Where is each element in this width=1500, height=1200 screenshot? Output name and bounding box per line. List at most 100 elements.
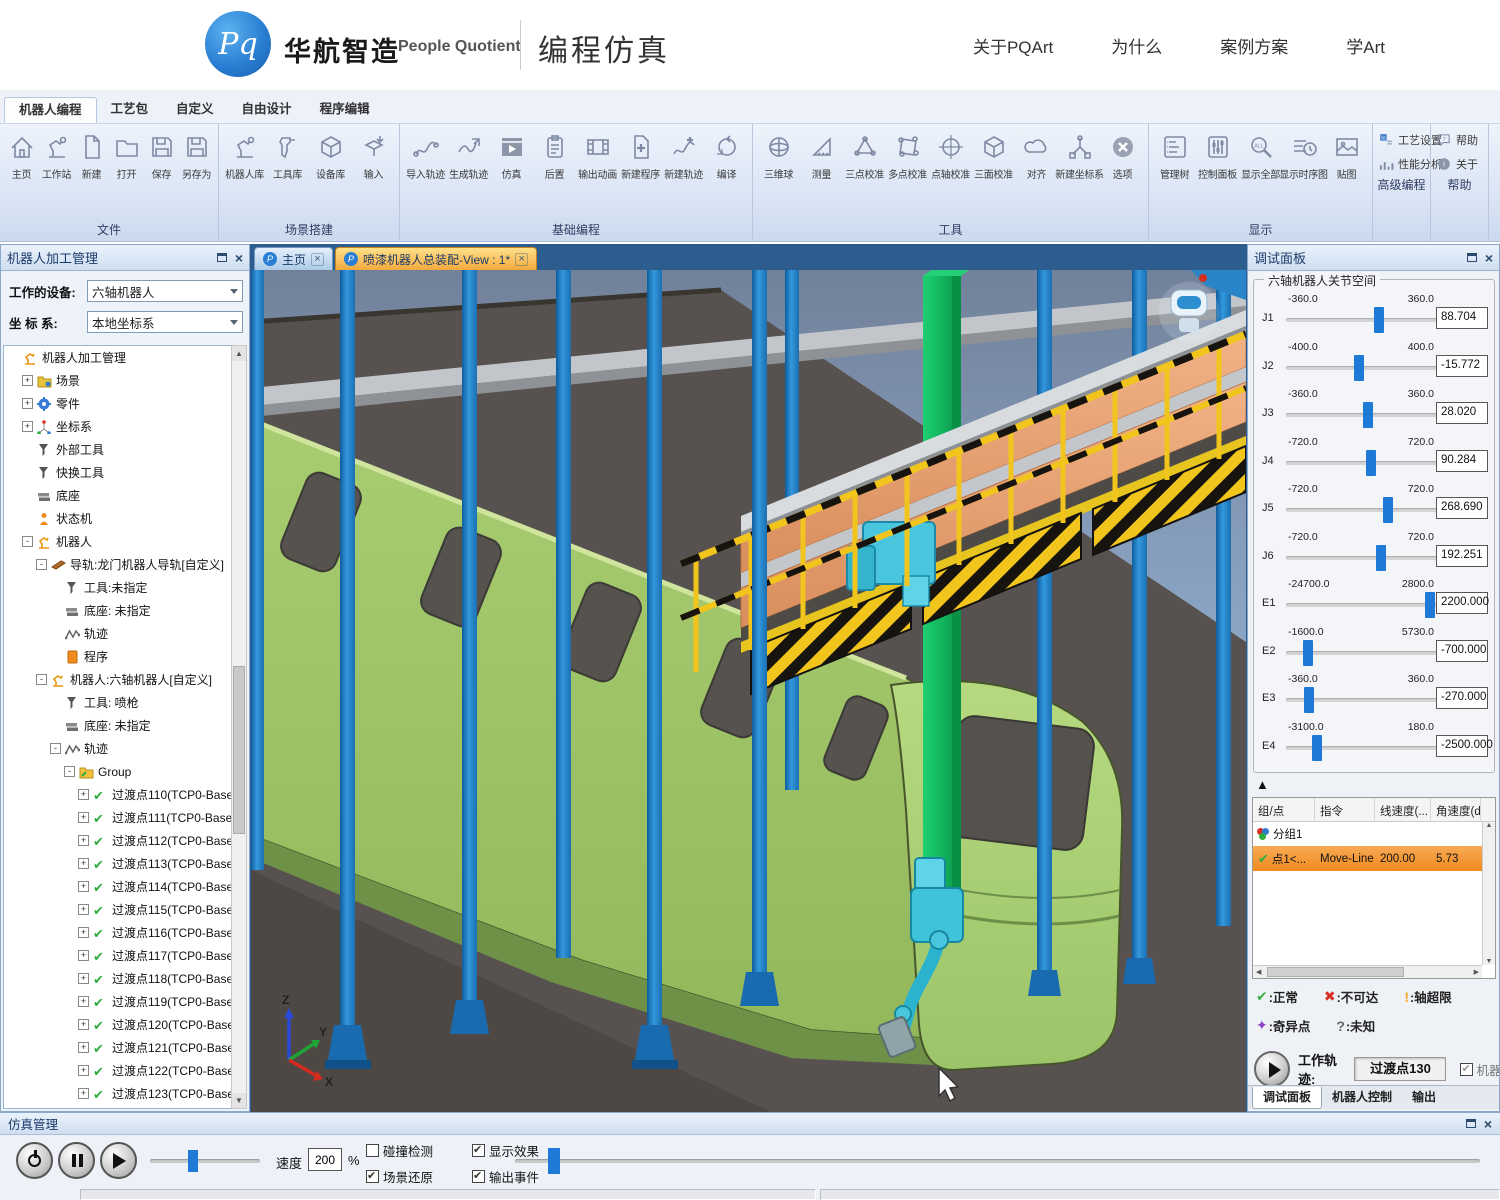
toolbar-button[interactable]: 后置: [533, 128, 576, 181]
joint-slider-track[interactable]: [1286, 366, 1438, 370]
toolbar-button[interactable]: 管理树: [1153, 128, 1196, 181]
expand-icon[interactable]: +: [22, 398, 33, 409]
toolbar-button[interactable]: 工作站: [39, 128, 74, 181]
scrollbar-thumb[interactable]: [1267, 967, 1404, 977]
tree-item[interactable]: +✔过渡点121(TCP0-Base): [4, 1036, 232, 1059]
toolbar-button[interactable]: ?帮助: [1435, 128, 1484, 152]
toolbar-button[interactable]: 三点校准: [843, 128, 886, 181]
tree-item[interactable]: +机器人加工管理: [4, 346, 232, 369]
expand-icon[interactable]: +: [78, 1019, 89, 1030]
tree-item[interactable]: +零件: [4, 392, 232, 415]
float-window-icon[interactable]: [217, 253, 227, 262]
sim-checkbox[interactable]: 场景还原: [366, 1167, 433, 1186]
joint-slider-track[interactable]: [1286, 698, 1438, 702]
joint-value-input[interactable]: 268.690: [1436, 497, 1488, 519]
ribbon-tab[interactable]: 自由设计: [228, 97, 306, 123]
tree-item[interactable]: +✔过渡点111(TCP0-Base): [4, 806, 232, 829]
slider-thumb[interactable]: [1374, 307, 1384, 333]
collapse-up-icon[interactable]: ▲: [1256, 777, 1269, 792]
timeline-slider[interactable]: [515, 1159, 1480, 1163]
joint-value-input[interactable]: 2200.000: [1436, 592, 1488, 614]
ribbon-tab[interactable]: 自定义: [162, 97, 228, 123]
table-column-header[interactable]: 角速度(d...: [1431, 798, 1481, 821]
toolbar-button[interactable]: 仿真: [490, 128, 533, 181]
toolbar-button[interactable]: 三面校准: [972, 128, 1015, 181]
toolbar-button[interactable]: Io工艺设置: [1377, 128, 1426, 152]
toolbar-button[interactable]: 贴图: [1325, 128, 1368, 181]
tree-item[interactable]: +工具:未指定: [4, 576, 232, 599]
toolbar-button[interactable]: 机器人库: [223, 128, 266, 181]
toolbar-button[interactable]: 新建程序: [619, 128, 662, 181]
expand-icon[interactable]: +: [78, 835, 89, 846]
toolbar-button[interactable]: i关于: [1435, 152, 1484, 176]
toolbar-button[interactable]: 新建轨迹: [662, 128, 705, 181]
pause-button[interactable]: [58, 1142, 95, 1179]
scroll-down-icon[interactable]: ▼: [232, 1093, 246, 1108]
tree-item[interactable]: +✔过渡点114(TCP0-Base): [4, 875, 232, 898]
tree-item[interactable]: -机器人:六轴机器人[自定义]: [4, 668, 232, 691]
tree-item[interactable]: +✔过渡点110(TCP0-Base): [4, 783, 232, 806]
nav-link-2[interactable]: 案例方案: [1220, 33, 1288, 58]
joint-value-input[interactable]: -15.772: [1436, 355, 1488, 377]
expand-icon[interactable]: +: [78, 1042, 89, 1053]
table-group-row[interactable]: 分组1: [1253, 822, 1495, 846]
viewport-3d-scene[interactable]: Z Y X: [251, 270, 1246, 1112]
float-window-icon[interactable]: [1467, 253, 1477, 262]
tree-item[interactable]: +底座: 未指定: [4, 599, 232, 622]
expand-icon[interactable]: +: [78, 996, 89, 1007]
device-select[interactable]: 六轴机器人: [87, 280, 243, 302]
collapse-icon[interactable]: -: [36, 674, 47, 685]
joint-slider-track[interactable]: [1286, 556, 1438, 560]
toolbar-button[interactable]: 设备库: [309, 128, 352, 181]
tree-item[interactable]: +程序: [4, 645, 232, 668]
slider-thumb[interactable]: [1376, 545, 1386, 571]
tree-item[interactable]: +✔过渡点115(TCP0-Base): [4, 898, 232, 921]
tree-item[interactable]: -Group: [4, 760, 232, 783]
expand-icon[interactable]: +: [78, 1088, 89, 1099]
close-icon[interactable]: ×: [1484, 1118, 1492, 1130]
close-tab-icon[interactable]: ×: [311, 253, 324, 266]
slider-thumb[interactable]: [1303, 640, 1313, 666]
joint-slider-track[interactable]: [1286, 603, 1438, 607]
tree-item[interactable]: +✔过渡点117(TCP0-Base): [4, 944, 232, 967]
toolbar-button[interactable]: 保存: [144, 128, 179, 181]
nav-link-1[interactable]: 为什么: [1111, 33, 1162, 58]
ribbon-tab[interactable]: 工艺包: [97, 97, 163, 123]
joint-slider-track[interactable]: [1286, 651, 1438, 655]
close-tab-icon[interactable]: ×: [515, 253, 528, 266]
expand-icon[interactable]: +: [78, 1065, 89, 1076]
tree-item[interactable]: +✔过渡点116(TCP0-Base): [4, 921, 232, 944]
ribbon-tab[interactable]: 程序编辑: [306, 97, 384, 123]
scroll-up-icon[interactable]: ▲: [232, 346, 246, 361]
slider-thumb[interactable]: [1304, 687, 1314, 713]
document-tab[interactable]: P主页×: [254, 247, 333, 270]
expand-icon[interactable]: +: [78, 881, 89, 892]
slider-thumb[interactable]: [1363, 402, 1373, 428]
slider-thumb[interactable]: [188, 1150, 198, 1172]
tree-item[interactable]: +底座: [4, 484, 232, 507]
toolbar-button[interactable]: 工具库: [266, 128, 309, 181]
tree-item[interactable]: +✔过渡点119(TCP0-Base): [4, 990, 232, 1013]
nav-link-3[interactable]: 学Art: [1346, 33, 1385, 58]
expand-icon[interactable]: +: [78, 858, 89, 869]
expand-icon[interactable]: +: [78, 812, 89, 823]
slider-thumb[interactable]: [1354, 355, 1364, 381]
sim-checkbox[interactable]: 碰撞检测: [366, 1141, 433, 1160]
collapse-icon[interactable]: -: [36, 559, 47, 570]
joint-value-input[interactable]: 28.020: [1436, 402, 1488, 424]
collapse-icon[interactable]: -: [22, 536, 33, 547]
joint-value-input[interactable]: 88.704: [1436, 307, 1488, 329]
toolbar-button[interactable]: 主页: [4, 128, 39, 181]
expand-icon[interactable]: +: [22, 421, 33, 432]
robot-checkbox[interactable]: 机器人: [1460, 1060, 1500, 1079]
toolbar-button[interactable]: 测量: [800, 128, 843, 181]
tree-item[interactable]: +✔过渡点120(TCP0-Base): [4, 1013, 232, 1036]
table-column-header[interactable]: 指令: [1315, 798, 1375, 821]
expand-icon[interactable]: +: [22, 375, 33, 386]
scrollbar-thumb[interactable]: [233, 666, 245, 834]
scroll-down-icon[interactable]: ▼: [1483, 958, 1495, 965]
joint-value-input[interactable]: -270.000: [1436, 687, 1488, 709]
expand-icon[interactable]: +: [78, 789, 89, 800]
toolbar-button[interactable]: 点轴校准: [929, 128, 972, 181]
speed-input[interactable]: 200: [308, 1148, 342, 1171]
